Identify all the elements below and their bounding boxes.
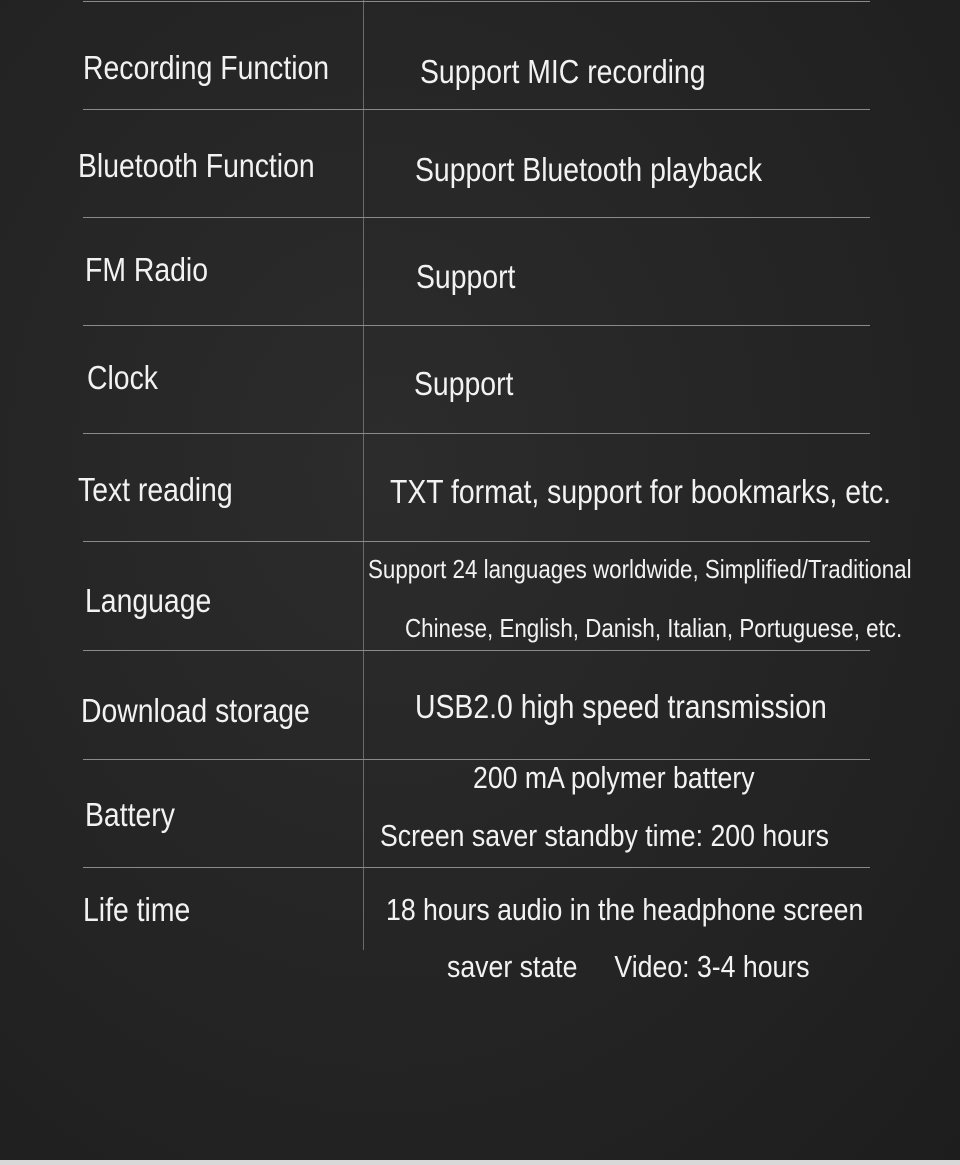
spec-label: Download storage	[81, 692, 310, 729]
spec-label: Text reading	[78, 471, 233, 508]
spec-value: saver state Video: 3-4 hours	[447, 949, 810, 984]
spec-label: Battery	[85, 796, 175, 833]
row-divider	[83, 541, 870, 542]
spec-value: Support MIC recording	[420, 53, 706, 90]
row-divider	[83, 433, 870, 434]
row-divider	[83, 109, 870, 110]
spec-value: Support 24 languages worldwide, Simplifi…	[368, 554, 912, 584]
spec-value: USB2.0 high speed transmission	[415, 688, 827, 725]
bottom-border	[0, 1160, 960, 1165]
spec-value: Support	[416, 258, 516, 295]
column-divider	[363, 0, 364, 950]
spec-value: Screen saver standby time: 200 hours	[380, 818, 830, 853]
spec-value: Support Bluetooth playback	[415, 151, 763, 188]
row-divider	[83, 325, 870, 326]
spec-value: Support	[414, 365, 514, 402]
row-divider	[83, 217, 870, 218]
row-divider	[83, 1, 870, 2]
spec-value: TXT format, support for bookmarks, etc.	[390, 473, 892, 510]
spec-label: Language	[85, 582, 212, 619]
spec-value: Chinese, English, Danish, Italian, Portu…	[405, 613, 903, 643]
row-divider	[83, 867, 870, 868]
spec-label: Life time	[83, 891, 191, 928]
spec-label: Clock	[87, 359, 158, 396]
row-divider	[83, 650, 870, 651]
spec-value: 200 mA polymer battery	[473, 760, 755, 795]
spec-value: 18 hours audio in the headphone screen	[386, 892, 864, 927]
spec-label: Bluetooth Function	[78, 147, 315, 184]
spec-label: FM Radio	[85, 251, 209, 288]
spec-label: Recording Function	[83, 49, 330, 86]
